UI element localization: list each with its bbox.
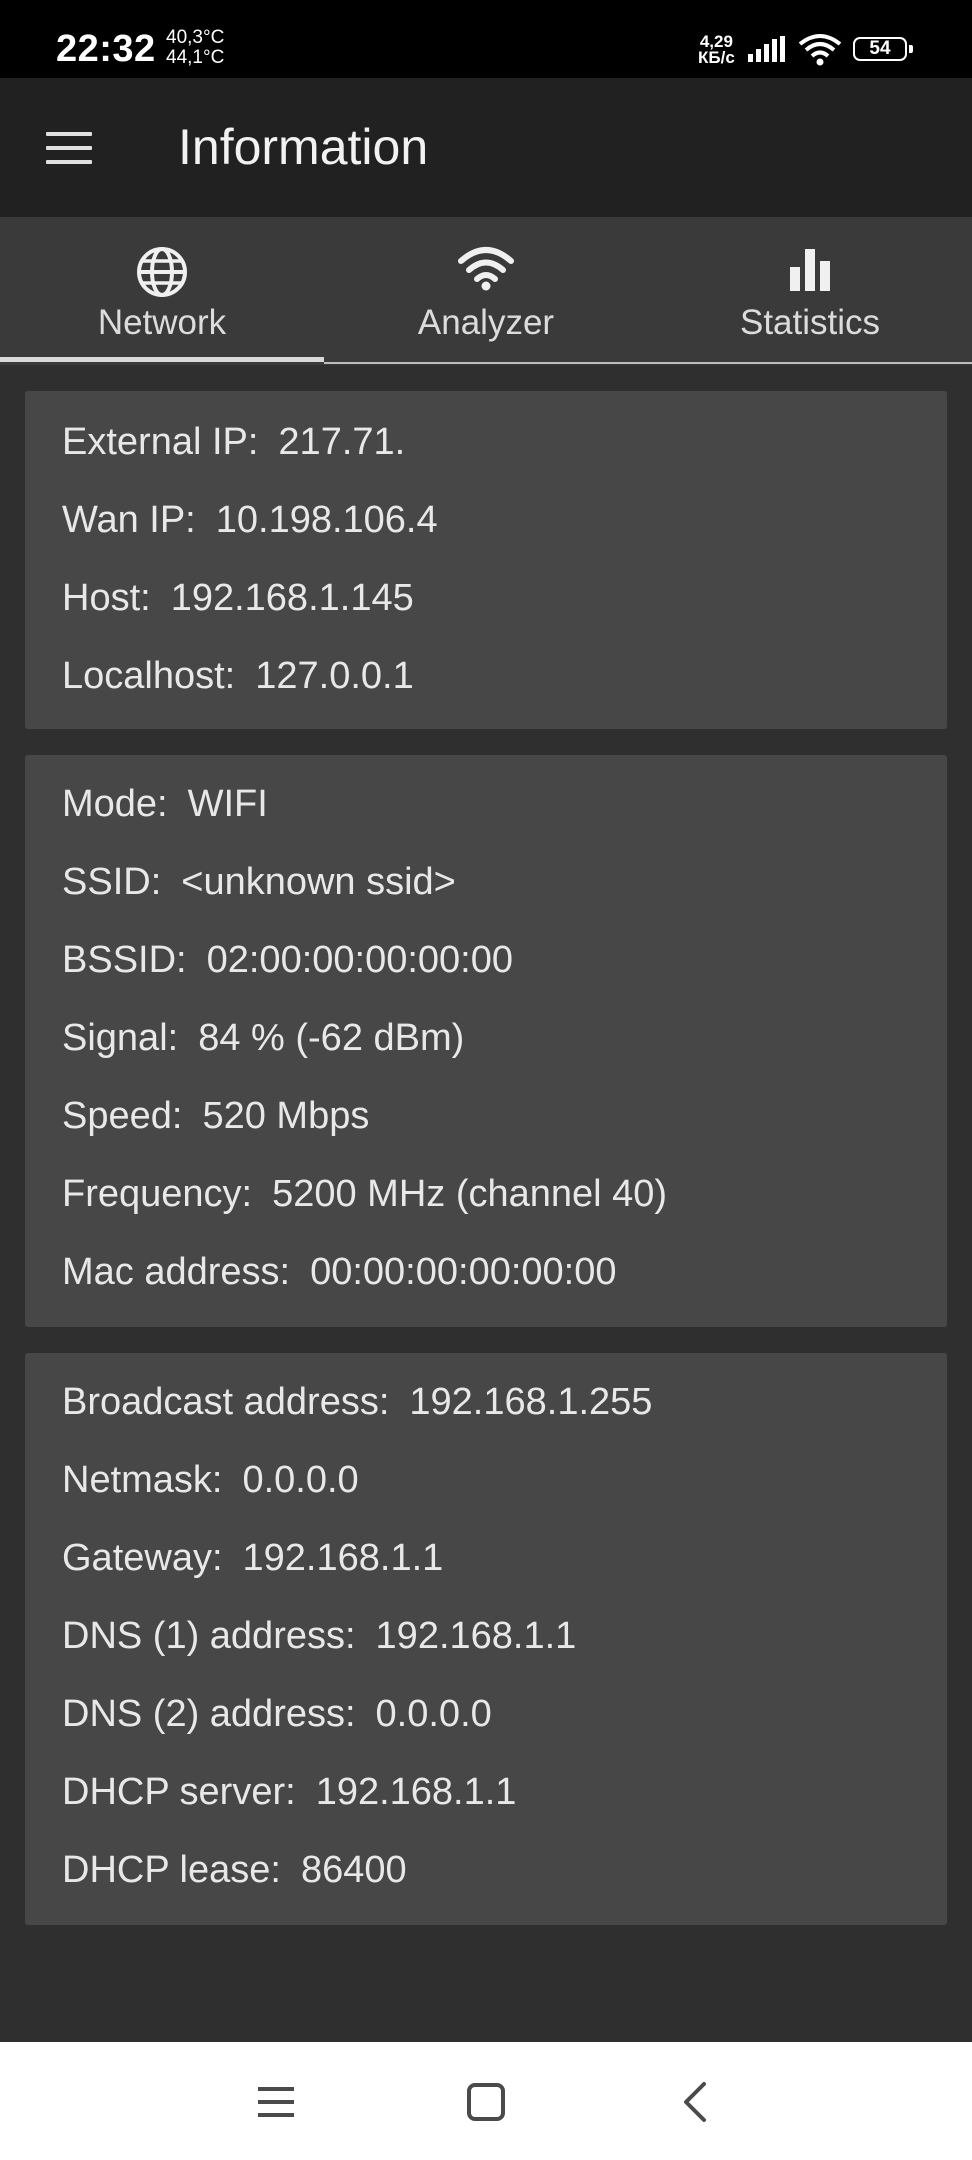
info-label: Localhost: [62, 655, 236, 697]
info-label: DHCP server: [62, 1771, 296, 1813]
info-label: BSSID: [62, 939, 187, 981]
selected-tab-indicator [0, 357, 324, 362]
info-value: 520 Mbps [202, 1095, 370, 1137]
ip-info-card: External IP: 217.71. Wan IP: 10.198.106.4 … [25, 391, 947, 729]
info-row-localhost: Localhost: 127.0.0.1 [62, 655, 414, 698]
tab-analyzer-label: Analyzer [417, 303, 555, 342]
info-value: 217.71. [278, 421, 406, 463]
app-bar: Information [0, 78, 972, 217]
home-icon[interactable] [464, 2080, 508, 2124]
info-row-wan-ip: Wan IP: 10.198.106.4 [62, 499, 438, 542]
info-label: Mac address: [62, 1251, 291, 1293]
info-value: 86400 [300, 1849, 407, 1891]
info-label: Frequency: [62, 1173, 253, 1215]
info-value: 127.0.0.1 [255, 655, 414, 697]
info-label: Signal: [62, 1017, 179, 1059]
hamburger-menu-icon[interactable] [46, 132, 92, 164]
info-value: 0.0.0.0 [242, 1459, 359, 1501]
info-value: 192.168.1.1 [375, 1615, 577, 1657]
info-value: <unknown ssid> [181, 861, 456, 903]
status-time: 22:32 [56, 28, 156, 70]
info-label: Broadcast address: [62, 1381, 390, 1423]
info-row-frequency: Frequency: 5200 MHz (channel 40) [62, 1173, 667, 1216]
globe-icon [137, 247, 187, 297]
info-row-mac-address: Mac address: 00:00:00:00:00:00 [62, 1251, 617, 1294]
battery-icon: 54 [853, 37, 913, 61]
info-row-dns2: DNS (2) address: 0.0.0.0 [62, 1693, 492, 1736]
tab-bar: Network Analyzer Statistics [0, 217, 972, 365]
tab-network[interactable]: Network [0, 217, 324, 363]
cell-signal-icon [748, 36, 785, 62]
info-label: SSID: [62, 861, 162, 903]
back-icon[interactable] [676, 2080, 712, 2124]
network-speed-unit: КБ/с [698, 48, 735, 67]
info-row-netmask: Netmask: 0.0.0.0 [62, 1459, 359, 1502]
tab-analyzer[interactable]: Analyzer [324, 217, 648, 363]
tab-statistics[interactable]: Statistics [648, 217, 972, 363]
status-temp-2: 44,1°C [166, 47, 225, 68]
info-row-gateway: Gateway: 192.168.1.1 [62, 1537, 443, 1580]
info-label: Gateway: [62, 1537, 223, 1579]
dhcp-info-card: Broadcast address: 192.168.1.255 Netmask:… [25, 1353, 947, 1925]
info-value: 00:00:00:00:00:00 [310, 1251, 617, 1293]
status-bar: 22:32 40,3°C 44,1°C 4,29 КБ/с 54 [0, 0, 972, 78]
info-label: DHCP lease: [62, 1849, 281, 1891]
tab-divider [324, 362, 972, 364]
network-speed-indicator: 4,29 КБ/с [698, 33, 735, 67]
info-value: 5200 MHz (channel 40) [272, 1173, 668, 1215]
info-value: WIFI [187, 783, 268, 825]
info-label: DNS (1) address: [62, 1615, 356, 1657]
info-value: 10.198.106.4 [215, 499, 438, 541]
info-value: 192.168.1.1 [315, 1771, 517, 1813]
wifi-info-card: Mode: WIFI SSID: <unknown ssid> BSSID: 02:0… [25, 755, 947, 1327]
info-row-dns1: DNS (1) address: 192.168.1.1 [62, 1615, 576, 1658]
info-label: Wan IP: [62, 499, 196, 541]
info-row-bssid: BSSID: 02:00:00:00:00:00 [62, 939, 513, 982]
info-value: 0.0.0.0 [375, 1693, 492, 1735]
info-label: External IP: [62, 421, 259, 463]
info-row-speed: Speed: 520 Mbps [62, 1095, 369, 1138]
recents-icon[interactable] [256, 2080, 296, 2124]
info-label: Mode: [62, 783, 168, 825]
wifi-status-icon [798, 34, 842, 66]
status-temperatures: 40,3°C 44,1°C [166, 28, 224, 68]
tab-statistics-label: Statistics [739, 303, 881, 342]
info-row-mode: Mode: WIFI [62, 783, 268, 826]
info-value: 84 % (-62 dBm) [198, 1017, 465, 1059]
info-label: Speed: [62, 1095, 183, 1137]
info-row-ssid: SSID: <unknown ssid> [62, 861, 456, 904]
info-label: Netmask: [62, 1459, 223, 1501]
info-value: 192.168.1.255 [409, 1381, 653, 1423]
info-row-broadcast-address: Broadcast address: 192.168.1.255 [62, 1381, 652, 1424]
wifi-icon [458, 247, 514, 291]
info-value: 02:00:00:00:00:00 [206, 939, 514, 981]
bar-chart-icon [790, 249, 830, 291]
info-label: Host: [62, 577, 151, 619]
status-temp-1: 40,3°C [166, 27, 225, 48]
tab-network-label: Network [97, 303, 227, 342]
info-value: 192.168.1.1 [242, 1537, 444, 1579]
info-value: 192.168.1.145 [170, 577, 414, 619]
info-label: DNS (2) address: [62, 1693, 356, 1735]
info-row-external-ip: External IP: 217.71. [62, 421, 405, 464]
info-row-signal: Signal: 84 % (-62 dBm) [62, 1017, 464, 1060]
system-navigation-bar [0, 2042, 972, 2160]
info-row-host: Host: 192.168.1.145 [62, 577, 414, 620]
info-row-dhcp-lease: DHCP lease: 86400 [62, 1849, 407, 1892]
info-row-dhcp-server: DHCP server: 192.168.1.1 [62, 1771, 516, 1814]
page-title: Information [178, 119, 429, 175]
